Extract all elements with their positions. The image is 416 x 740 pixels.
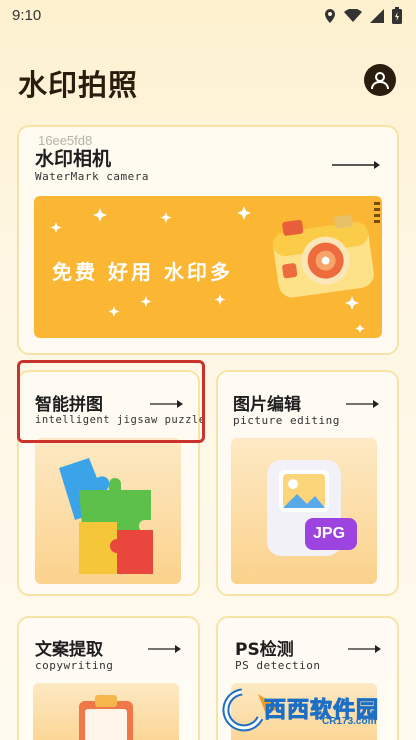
picture-editing-image: JPG [231,438,377,584]
site-watermark-logo: 西西软件园 CR173.com [222,686,396,734]
signal-icon [370,8,384,23]
ps-detection-title: PS检测 [235,640,294,660]
puzzle-icon [59,458,153,574]
battery-icon [392,7,402,24]
location-icon [325,8,335,23]
arrow-right-icon [332,161,380,169]
jigsaw-image [35,438,181,584]
banner-slogan: 免费 好用 水印多 [52,260,233,284]
wifi-icon [344,8,362,22]
copywriting-subtitle: copywriting [35,659,114,672]
status-time: 9:10 [12,7,42,24]
picture-editing-title: 图片编辑 [233,395,301,415]
page-title: 水印拍照 [18,68,139,102]
watermark-camera-banner[interactable]: 免费 好用 水印多 [34,196,382,338]
picture-editing-subtitle: picture editing [233,414,340,427]
watermark-camera-subtitle: WaterMark camera [35,170,149,183]
selection-highlight [17,360,205,443]
arrow-right-icon [348,645,381,653]
status-bar: 9:10 [0,0,416,32]
image-file-icon [267,460,357,556]
copywriting-title: 文案提取 [35,640,103,660]
user-icon [371,72,389,90]
site-logo-url: CR173.com [322,716,377,727]
ps-detection-subtitle: PS detection [235,659,321,672]
copywriting-image [33,683,179,740]
arrow-right-icon [148,645,181,653]
status-icons [324,7,402,24]
jpg-badge: JPG [313,525,346,542]
arrow-right-icon [346,400,379,408]
clipboard-icon [79,695,133,740]
profile-button[interactable] [364,64,396,96]
watermark-camera-title: 水印相机 [35,148,112,170]
